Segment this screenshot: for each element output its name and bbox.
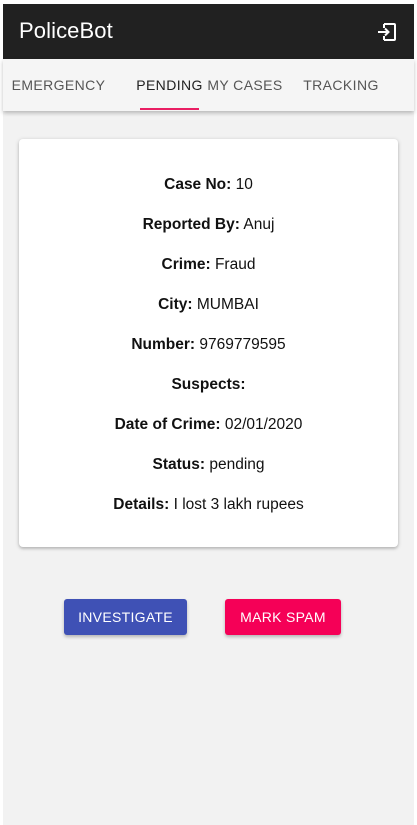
- field-label: Status:: [152, 456, 206, 473]
- tab-tracking[interactable]: TRACKING: [293, 59, 389, 111]
- crime-row: Crime: Fraud: [19, 255, 398, 275]
- field-value: 10: [235, 176, 253, 193]
- app-title: PoliceBot: [19, 18, 113, 43]
- field-value: pending: [209, 456, 265, 473]
- reported-by-row: Reported By: Anuj: [19, 215, 398, 235]
- field-value: 02/01/2020: [224, 416, 303, 433]
- app-frame: PoliceBot EMERGENCY PENDING MY CASES TRA…: [3, 4, 414, 825]
- mark-spam-button[interactable]: MARK SPAM: [225, 599, 341, 635]
- tab-bar: EMERGENCY PENDING MY CASES TRACKING: [3, 59, 414, 111]
- case-card: Case No: 10 Reported By: Anuj Crime: Fra…: [19, 139, 398, 547]
- field-label: Details:: [113, 496, 170, 513]
- tab-emergency[interactable]: EMERGENCY: [3, 59, 114, 111]
- status-row: Status: pending: [19, 455, 398, 475]
- field-label: Crime:: [161, 256, 211, 273]
- field-value: MUMBAI: [196, 296, 259, 313]
- field-value: Anuj: [243, 216, 275, 233]
- suspects-row: Suspects:: [19, 375, 398, 395]
- field-value: 9769779595: [199, 336, 286, 353]
- case-number-row: Case No: 10: [19, 175, 398, 195]
- active-tab-indicator: [140, 108, 199, 110]
- app-bar: PoliceBot: [3, 4, 414, 59]
- field-label: City:: [158, 296, 193, 313]
- city-row: City: MUMBAI: [19, 295, 398, 315]
- details-row: Details: I lost 3 lakh rupees: [19, 495, 398, 515]
- field-label: Reported By:: [142, 216, 240, 233]
- field-label: Date of Crime:: [114, 416, 221, 433]
- logout-icon[interactable]: [376, 21, 398, 43]
- field-value: Fraud: [214, 256, 256, 273]
- field-value: I lost 3 lakh rupees: [173, 496, 304, 513]
- date-of-crime-row: Date of Crime: 02/01/2020: [19, 415, 398, 435]
- tab-my-cases[interactable]: MY CASES: [199, 59, 291, 111]
- investigate-button[interactable]: INVESTIGATE: [64, 599, 187, 635]
- number-row: Number: 9769779595: [19, 335, 398, 355]
- field-label: Number:: [131, 336, 196, 353]
- field-label: Suspects:: [171, 376, 246, 393]
- field-label: Case No:: [164, 176, 232, 193]
